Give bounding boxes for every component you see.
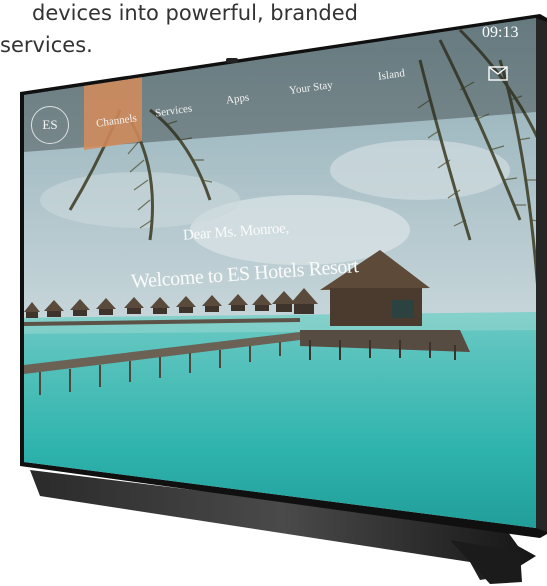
logo-text: ES: [42, 117, 58, 132]
hotel-logo: ES: [31, 106, 69, 144]
clock-time: 09:13: [482, 24, 519, 41]
mail-icon[interactable]: [488, 66, 508, 81]
tv-device: ES Channels Services Apps Your Stay Isla…: [0, 0, 547, 586]
